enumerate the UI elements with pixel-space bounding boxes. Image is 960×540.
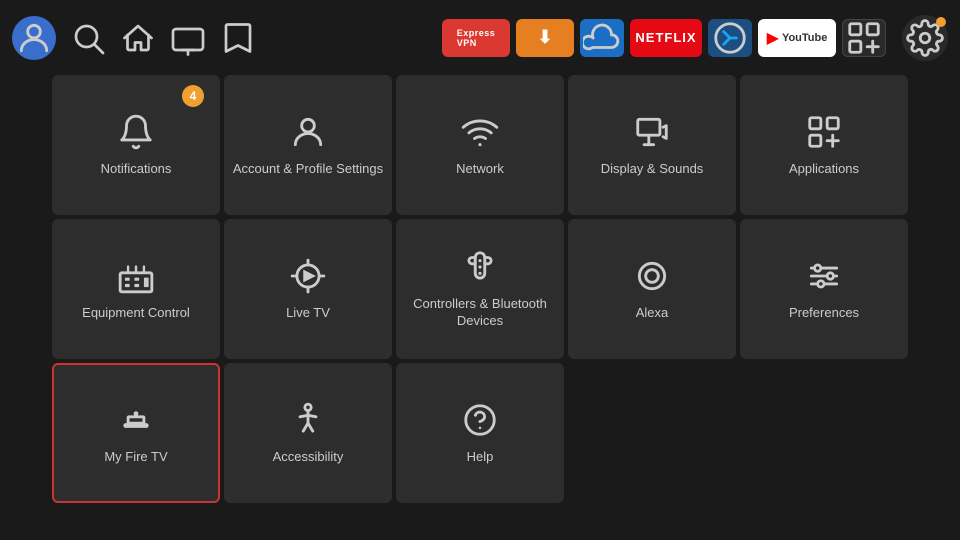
- help-icon: [461, 401, 499, 439]
- display-sounds-tile[interactable]: Display & Sounds: [568, 75, 736, 215]
- topbar: ExpressVPN ⬇ NETFLIX ▶ YouTube: [0, 0, 960, 75]
- applications-label: Applications: [783, 161, 865, 178]
- controllers-label: Controllers & Bluetooth Devices: [396, 296, 564, 330]
- alexa-tile[interactable]: Alexa: [568, 219, 736, 359]
- youtube-btn[interactable]: ▶ YouTube: [758, 19, 836, 57]
- controllers-icon: [461, 248, 499, 286]
- my-fire-tv-icon: [117, 401, 155, 439]
- display-sounds-icon: [633, 113, 671, 151]
- equipment-control-label: Equipment Control: [76, 305, 196, 322]
- downloader-btn[interactable]: ⬇: [516, 19, 574, 57]
- notifications-label: Notifications: [95, 161, 178, 178]
- accessibility-tile[interactable]: Accessibility: [224, 363, 392, 503]
- avatar[interactable]: [12, 16, 56, 60]
- display-sounds-label: Display & Sounds: [595, 161, 710, 178]
- applications-tile[interactable]: Applications: [740, 75, 908, 215]
- bookmark-icon[interactable]: [220, 20, 256, 56]
- network-tile[interactable]: Network: [396, 75, 564, 215]
- tv-icon[interactable]: [170, 20, 206, 56]
- preferences-icon: [805, 257, 843, 295]
- equipment-control-icon: [117, 257, 155, 295]
- account-icon: [289, 113, 327, 151]
- accessibility-icon: [289, 401, 327, 439]
- help-label: Help: [461, 449, 500, 466]
- netflix-btn[interactable]: NETFLIX: [630, 19, 702, 57]
- alexa-icon: [633, 257, 671, 295]
- notification-badge: 4: [182, 85, 204, 107]
- search-icon[interactable]: [70, 20, 106, 56]
- my-fire-tv-tile[interactable]: My Fire TV: [52, 363, 220, 503]
- account-label: Account & Profile Settings: [227, 161, 389, 178]
- controllers-bluetooth-tile[interactable]: Controllers & Bluetooth Devices: [396, 219, 564, 359]
- accessibility-label: Accessibility: [267, 449, 350, 466]
- kodi-btn[interactable]: [708, 19, 752, 57]
- live-tv-tile[interactable]: Live TV: [224, 219, 392, 359]
- settings-notification-dot: [936, 17, 946, 27]
- live-tv-icon: [289, 257, 327, 295]
- account-tile[interactable]: Account & Profile Settings: [224, 75, 392, 215]
- preferences-label: Preferences: [783, 305, 865, 322]
- multiview-btn[interactable]: [842, 19, 886, 57]
- fcloud-btn[interactable]: [580, 19, 624, 57]
- settings-button[interactable]: [902, 15, 948, 61]
- network-label: Network: [450, 161, 510, 178]
- alexa-label: Alexa: [630, 305, 675, 322]
- applications-icon: [805, 113, 843, 151]
- preferences-tile[interactable]: Preferences: [740, 219, 908, 359]
- notifications-tile[interactable]: 4 Notifications: [52, 75, 220, 215]
- notifications-icon: [117, 113, 155, 151]
- settings-grid: 4 Notifications Account & Profile Settin…: [0, 75, 960, 503]
- network-icon: [461, 113, 499, 151]
- home-icon[interactable]: [120, 20, 156, 56]
- expressvpn-btn[interactable]: ExpressVPN: [442, 19, 510, 57]
- topbar-apps: ExpressVPN ⬇ NETFLIX ▶ YouTube: [442, 19, 886, 57]
- help-tile[interactable]: Help: [396, 363, 564, 503]
- my-fire-tv-label: My Fire TV: [98, 449, 173, 466]
- live-tv-label: Live TV: [280, 305, 336, 322]
- equipment-control-tile[interactable]: Equipment Control: [52, 219, 220, 359]
- topbar-left: [12, 16, 256, 60]
